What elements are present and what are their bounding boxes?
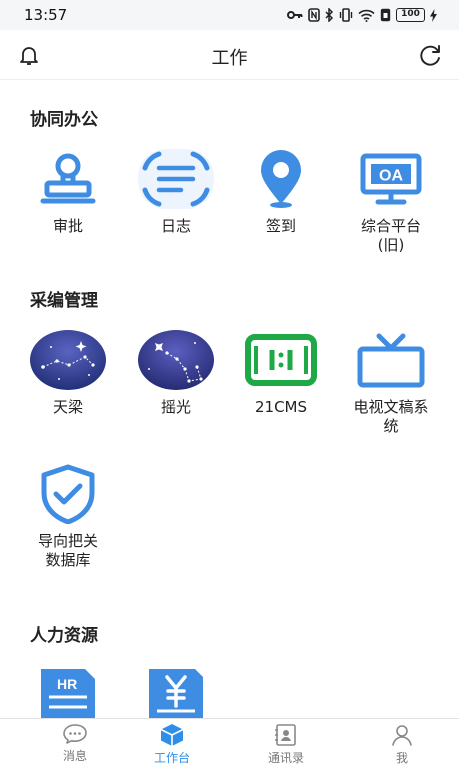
vibrate-icon <box>339 8 353 22</box>
person-icon <box>392 725 412 746</box>
tab-workbench[interactable]: 工作台 <box>127 723 217 765</box>
tab-messages[interactable]: 消息 <box>30 723 120 764</box>
app-tile-platform-old[interactable]: OA 综合平台(旧) <box>341 147 441 255</box>
tab-label: 通讯录 <box>267 751 304 765</box>
status-icons: 100 <box>287 6 437 24</box>
tab-me[interactable]: 我 <box>357 723 447 765</box>
app-header: 工作 <box>0 30 459 80</box>
app-tile-checkin[interactable]: 签到 <box>231 147 331 236</box>
big-dipper-icon <box>138 330 214 390</box>
tv-icon <box>357 333 425 388</box>
cube-icon <box>160 724 184 746</box>
yen-document-icon <box>149 669 203 718</box>
app-tile-guidance-db[interactable]: 导向把关数据库 <box>18 462 118 570</box>
chat-bubble-icon <box>63 724 87 744</box>
app-tile-tianliang[interactable]: 天梁 <box>18 328 118 417</box>
bluetooth-icon <box>325 8 334 22</box>
section-title-hr: 人力资源 <box>30 626 98 646</box>
app-tile-salary[interactable] <box>126 665 226 718</box>
shield-check-icon <box>41 464 95 524</box>
app-tile-tv-script[interactable]: 电视文稿系统 <box>341 328 441 436</box>
page-title: 工作 <box>211 48 248 69</box>
tab-label: 我 <box>395 751 408 765</box>
app-label: 日志 <box>160 217 191 235</box>
contacts-book-icon <box>275 724 296 746</box>
app-tile-21cms[interactable]: 21CMS <box>231 328 331 417</box>
hr-document-icon: HR <box>41 669 95 718</box>
app-tile-approval[interactable]: 审批 <box>18 147 118 236</box>
battery-indicator: 100 <box>396 8 425 22</box>
tab-label: 工作台 <box>153 751 190 765</box>
app-label: 摇光 <box>160 398 191 416</box>
section-title-collab: 协同办公 <box>30 110 98 130</box>
workbench-content: 协同办公 审批 日志 签到 OA 综合平台(旧) 采编管理 天梁 摇光 21CM… <box>0 81 459 718</box>
star-globe-icon <box>30 330 106 390</box>
app-tile-log[interactable]: 日志 <box>126 147 226 236</box>
svg-text:OA: OA <box>379 168 403 185</box>
nfc-icon <box>308 8 320 22</box>
section-title-editorial: 采编管理 <box>30 291 98 311</box>
bottom-tab-bar: 消息 工作台 通讯录 我 <box>0 718 459 765</box>
charging-icon <box>430 8 437 22</box>
app-label: 签到 <box>265 217 296 235</box>
app-label: 电视文稿系统 <box>353 398 429 435</box>
app-label: 审批 <box>52 217 83 235</box>
wifi-icon <box>358 9 375 22</box>
key-icon <box>287 11 303 19</box>
app-label: 21CMS <box>254 398 308 416</box>
refresh-icon[interactable] <box>417 43 443 67</box>
app-label: 导向把关数据库 <box>37 532 98 569</box>
log-icon <box>138 149 214 209</box>
cms-frame-icon <box>245 334 317 386</box>
tab-contacts[interactable]: 通讯录 <box>241 723 331 765</box>
app-label: 天梁 <box>52 398 83 416</box>
app-tile-yaoguang[interactable]: 摇光 <box>126 328 226 417</box>
tab-label: 消息 <box>62 749 87 763</box>
stamp-icon <box>40 153 96 204</box>
location-pin-icon <box>261 150 301 208</box>
app-label: 综合平台(旧) <box>360 217 421 254</box>
oa-monitor-icon: OA <box>360 153 422 205</box>
sim-icon <box>380 8 391 22</box>
status-bar: 13:57 100 <box>0 0 459 30</box>
app-tile-hr[interactable]: HR <box>18 665 118 718</box>
svg-text:HR: HR <box>57 676 77 692</box>
status-time: 13:57 <box>24 6 68 24</box>
